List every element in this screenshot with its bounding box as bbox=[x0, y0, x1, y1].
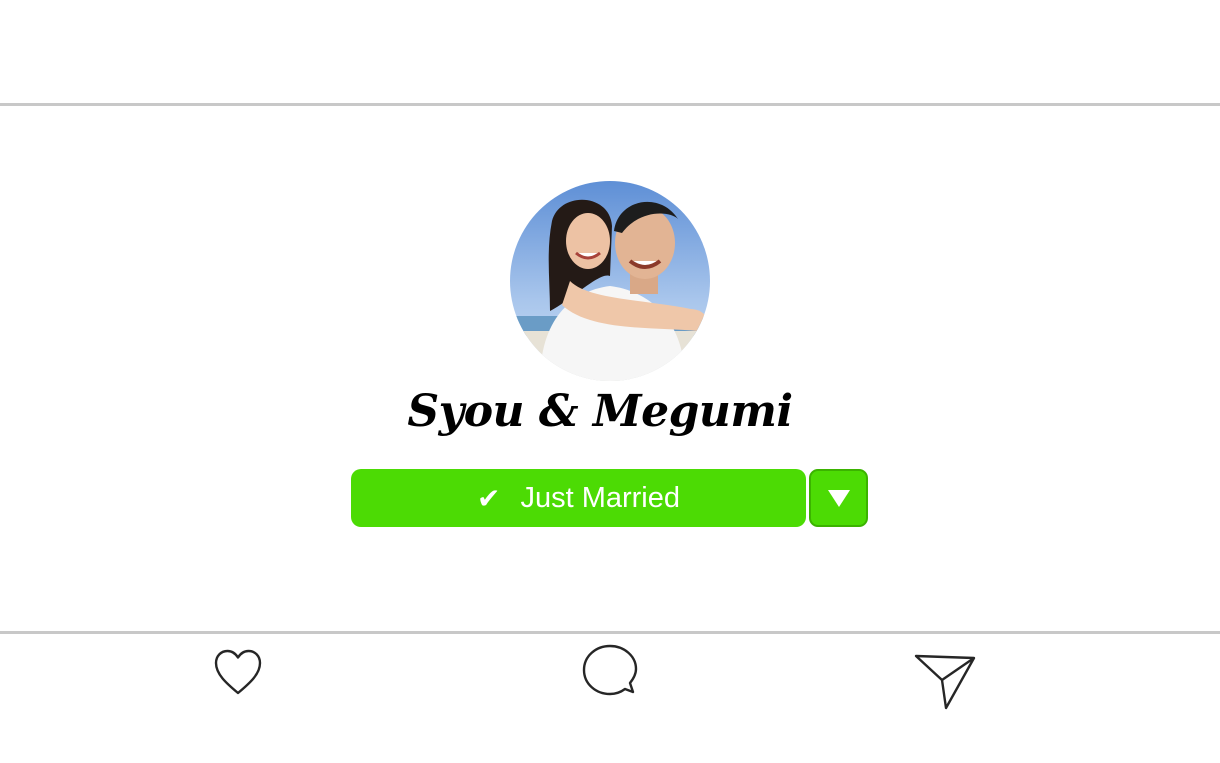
like-button[interactable] bbox=[212, 646, 264, 698]
status-dropdown-button[interactable] bbox=[809, 469, 868, 527]
status-label: Just Married bbox=[520, 481, 680, 514]
profile-name: Syou & Megumi bbox=[407, 386, 793, 437]
page: Syou & Megumi ✔ Just Married bbox=[0, 0, 1220, 763]
comment-bubble-icon bbox=[582, 644, 638, 696]
chevron-down-icon bbox=[827, 490, 850, 507]
avatar[interactable] bbox=[510, 181, 710, 381]
top-divider bbox=[0, 103, 1220, 106]
share-button[interactable] bbox=[912, 652, 980, 712]
heart-icon bbox=[214, 649, 262, 695]
paper-plane-icon bbox=[914, 654, 976, 710]
checkmark-icon: ✔ bbox=[476, 481, 501, 515]
comment-button[interactable] bbox=[580, 642, 640, 702]
just-married-button[interactable]: ✔ Just Married bbox=[351, 469, 806, 527]
couple-photo bbox=[510, 181, 710, 381]
bottom-divider bbox=[0, 631, 1220, 634]
